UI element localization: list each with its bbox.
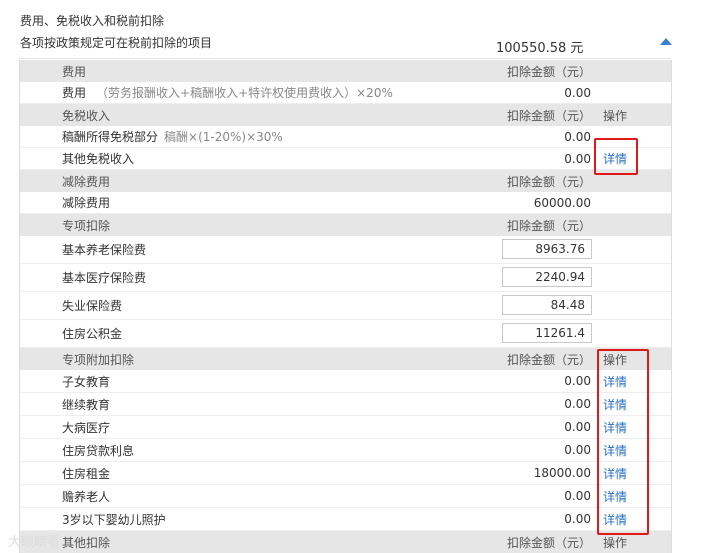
medical-insurance-input[interactable] (502, 266, 592, 287)
unemployment-insurance-input[interactable] (502, 294, 592, 315)
table-row: 子女教育 0.00 详情 (20, 370, 671, 393)
section-label: 免税收入 (62, 108, 111, 123)
section-label: 其他扣除 (62, 535, 111, 550)
amount-column-header: 扣除金额（元） (506, 64, 591, 79)
row-label: 其他免税收入 (62, 152, 135, 166)
row-label: 大病医疗 (62, 420, 111, 435)
row-amount: 0.00 (564, 420, 591, 434)
table-row: 住房贷款利息 0.00 详情 (20, 439, 671, 462)
table-row: 其他免税收入 0.00 详情 (20, 148, 671, 170)
row-formula: （劳务报酬收入+稿酬收入+特许权使用费收入）×20% (96, 86, 393, 100)
section-label: 减除费用 (62, 174, 111, 189)
amount-column-header: 扣除金额（元） (506, 108, 591, 123)
deduction-total: 100550.58 元 (496, 41, 584, 56)
row-formula: 稿酬×(1-20%)×30% (164, 130, 283, 144)
row-label: 住房租金 (62, 466, 111, 481)
section-header-reduction: 减除费用 扣除金额（元） (20, 170, 671, 192)
table-row: 稿酬所得免税部分 稿酬×(1-20%)×30% 0.00 (20, 126, 671, 148)
amount-column-header: 扣除金额（元） (506, 218, 591, 233)
row-amount: 60000.00 (533, 195, 591, 210)
row-label: 失业保险费 (62, 299, 123, 313)
table-row: 基本养老保险费 (20, 236, 671, 264)
row-label: 稿酬所得免税部分 (62, 130, 159, 144)
row-label: 继续教育 (62, 397, 111, 412)
highlight-box (594, 138, 638, 175)
table-row: 费用 （劳务报酬收入+稿酬收入+特许权使用费收入）×20% 0.00 (20, 82, 671, 104)
table-row: 大病医疗 0.00 详情 (20, 416, 671, 439)
row-amount: 0.00 (564, 397, 591, 411)
row-amount: 0.00 (564, 374, 591, 388)
action-column-header: 操作 (603, 108, 628, 123)
table-row: 继续教育 0.00 详情 (20, 393, 671, 416)
row-amount: 18000.00 (533, 466, 591, 480)
row-label: 住房贷款利息 (62, 443, 135, 458)
row-amount: 0.00 (564, 443, 591, 457)
row-label: 费用 (62, 86, 87, 100)
collapse-arrow-icon[interactable] (660, 38, 672, 45)
section-subtitle: 各项按政策规定可在税前扣除的项目 (20, 36, 213, 50)
table-row: 住房租金 18000.00 详情 (20, 462, 671, 485)
table-row: 基本医疗保险费 (20, 264, 671, 292)
amount-column-header: 扣除金额（元） (506, 352, 591, 367)
row-amount: 0.00 (564, 512, 591, 526)
row-amount: 0.00 (564, 85, 591, 100)
section-title: 费用、免税收入和税前扣除 (20, 14, 165, 28)
row-amount: 0.00 (564, 129, 591, 144)
pension-insurance-input[interactable] (502, 238, 592, 259)
section-header-special: 专项扣除 扣除金额（元） (20, 214, 671, 236)
amount-column-header: 扣除金额（元） (506, 535, 591, 550)
row-amount: 0.00 (564, 151, 591, 166)
row-label: 基本养老保险费 (62, 243, 147, 257)
section-header-additional: 专项附加扣除 扣除金额（元） 操作 (20, 348, 671, 370)
highlight-box (597, 349, 649, 535)
header-divider (19, 58, 671, 59)
row-label: 3岁以下婴幼儿照护 (62, 512, 166, 527)
table-row: 3岁以下婴幼儿照护 0.00 详情 (20, 508, 671, 531)
deduction-table: 费用 扣除金额（元） 费用 （劳务报酬收入+稿酬收入+特许权使用费收入）×20%… (19, 60, 672, 553)
section-label: 专项扣除 (62, 218, 111, 233)
section-header-exempt: 免税收入 扣除金额（元） 操作 (20, 104, 671, 126)
row-amount: 0.00 (564, 489, 591, 503)
row-label: 赡养老人 (62, 489, 111, 504)
table-row: 赡养老人 0.00 详情 (20, 485, 671, 508)
row-label: 住房公积金 (62, 327, 123, 341)
section-label: 费用 (62, 64, 87, 79)
row-label: 减除费用 (62, 196, 111, 210)
amount-column-header: 扣除金额（元） (506, 174, 591, 189)
housing-fund-input[interactable] (502, 322, 592, 343)
table-row: 住房公积金 (20, 320, 671, 348)
table-row: 失业保险费 (20, 292, 671, 320)
table-row: 减除费用 60000.00 (20, 192, 671, 214)
row-label: 基本医疗保险费 (62, 271, 147, 285)
section-header-other: 其他扣除 扣除金额（元） 操作 (20, 531, 671, 553)
watermark: 大眼睛看 (8, 535, 61, 550)
section-label: 专项附加扣除 (62, 352, 135, 367)
row-label: 子女教育 (62, 374, 111, 389)
section-header-expenses: 费用 扣除金额（元） (20, 60, 671, 82)
